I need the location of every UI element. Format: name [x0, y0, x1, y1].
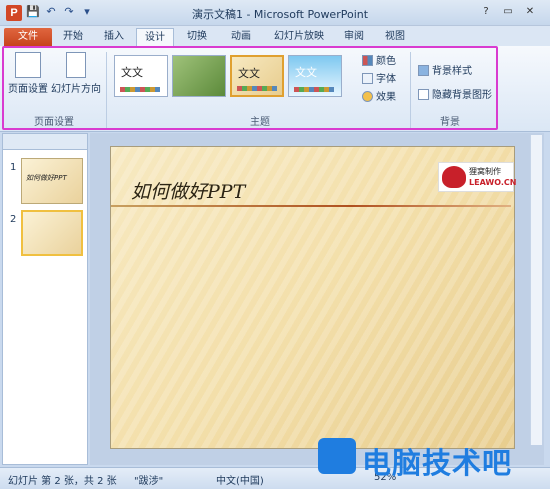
slide-orientation-label: 幻灯片方向 [51, 84, 101, 95]
theme-thumb-label: 文文 [238, 67, 260, 80]
page-setup-button[interactable]: 页面设置 [6, 52, 50, 95]
save-icon[interactable]: 💾 [26, 5, 40, 19]
theme-thumb-label: 文文 [295, 66, 317, 79]
theme-color-swatches [237, 86, 277, 91]
tab-review[interactable]: 审阅 [338, 28, 370, 46]
theme-thumb-active[interactable]: 文文 [230, 55, 284, 97]
help-button[interactable]: ? [476, 4, 496, 20]
brand-name: 狸窝制作 [469, 167, 501, 176]
tab-view[interactable]: 视图 [376, 28, 414, 46]
theme-color-swatches [294, 87, 334, 92]
slide-thumbnail[interactable]: 如何做好PPT [21, 158, 83, 204]
theme-fonts-label: 字体 [376, 74, 396, 85]
slides-pane: 1 如何做好PPT 2 [2, 133, 88, 465]
theme-colors-button[interactable]: 颜色 [362, 52, 396, 67]
watermark-text: 电脑技术吧 [362, 446, 513, 480]
page-setup-icon [15, 52, 41, 78]
slide-count: 幻灯片 第 2 张，共 2 张 [8, 476, 117, 487]
slide-editor: 如何做好PPT 狸窝制作 LEAWO.CN [90, 133, 544, 465]
themes-group-label: 主题 [250, 117, 270, 128]
window-title: 演示文稿1 - Microsoft PowerPoint [191, 8, 369, 21]
ribbon-tabs: 文件 开始 插入 设计 切换 动画 幻灯片放映 审阅 视图 [0, 26, 550, 46]
group-divider [106, 52, 107, 128]
vertical-scrollbar[interactable] [530, 135, 542, 445]
tab-design[interactable]: 设计 [136, 28, 174, 46]
background-styles-icon [418, 65, 429, 76]
tab-insert[interactable]: 插入 [96, 28, 132, 46]
tab-transitions[interactable]: 切换 [178, 28, 216, 46]
undo-icon[interactable]: ↶ [44, 5, 58, 19]
title-underline [111, 205, 511, 207]
background-styles-button[interactable]: 背景样式 [418, 62, 472, 77]
tab-slideshow[interactable]: 幻灯片放映 [266, 28, 332, 46]
slide-number: 2 [10, 214, 17, 225]
minimize-button[interactable]: ▭ [498, 4, 518, 20]
close-button[interactable]: ✕ [520, 4, 540, 20]
tab-animations[interactable]: 动画 [222, 28, 260, 46]
powerpoint-logo-icon: P [6, 5, 22, 21]
colors-icon [362, 55, 373, 66]
theme-thumb-office[interactable]: 文文 [114, 55, 168, 97]
brand-logo-box: 狸窝制作 LEAWO.CN [438, 162, 517, 192]
checkbox-icon [418, 89, 429, 100]
pane-tabs [3, 134, 87, 150]
theme-color-swatches [120, 87, 160, 92]
slide-orientation-button[interactable]: 幻灯片方向 [50, 52, 102, 95]
orientation-icon [66, 52, 86, 78]
slide-canvas[interactable]: 如何做好PPT 狸窝制作 LEAWO.CN [110, 146, 517, 449]
background-styles-label: 背景样式 [432, 66, 472, 77]
theme-thumb-label: 文文 [121, 66, 143, 79]
tab-home[interactable]: 开始 [56, 28, 90, 46]
redo-icon[interactable]: ↷ [62, 5, 76, 19]
page-setup-label: 页面设置 [8, 84, 48, 95]
effects-icon [362, 91, 373, 102]
background-group-label: 背景 [440, 117, 460, 128]
hide-background-checkbox[interactable]: 隐藏背景图形 [418, 86, 492, 101]
brand-url: LEAWO.CN [469, 178, 517, 187]
slide-thumbnail-selected[interactable] [21, 210, 83, 256]
theme-thumb-green[interactable] [172, 55, 226, 97]
fonts-icon [362, 73, 373, 84]
theme-effects-button[interactable]: 效果 [362, 88, 396, 103]
theme-colors-label: 颜色 [376, 56, 396, 67]
page-setup-group-label: 页面设置 [34, 117, 74, 128]
theme-fonts-button[interactable]: 字体 [362, 70, 396, 85]
tab-file[interactable]: 文件 [4, 28, 52, 46]
theme-thumb-blue[interactable]: 文文 [288, 55, 342, 97]
thumb-title: 如何做好PPT [26, 174, 67, 182]
slide-title[interactable]: 如何做好PPT [131, 177, 245, 204]
qat-customize-icon[interactable]: ▾ [80, 5, 94, 19]
watermark-monitor-icon [318, 438, 356, 474]
group-divider [410, 52, 411, 128]
title-bar: P 💾 ↶ ↷ ▾ 演示文稿1 - Microsoft PowerPoint ?… [0, 0, 550, 26]
theme-effects-label: 效果 [376, 92, 396, 103]
language[interactable]: 中文(中国) [216, 472, 264, 487]
fox-logo-icon [442, 166, 466, 188]
theme-name: "跋涉" [134, 476, 164, 487]
hide-background-label: 隐藏背景图形 [432, 90, 492, 101]
slide-number: 1 [10, 162, 17, 173]
